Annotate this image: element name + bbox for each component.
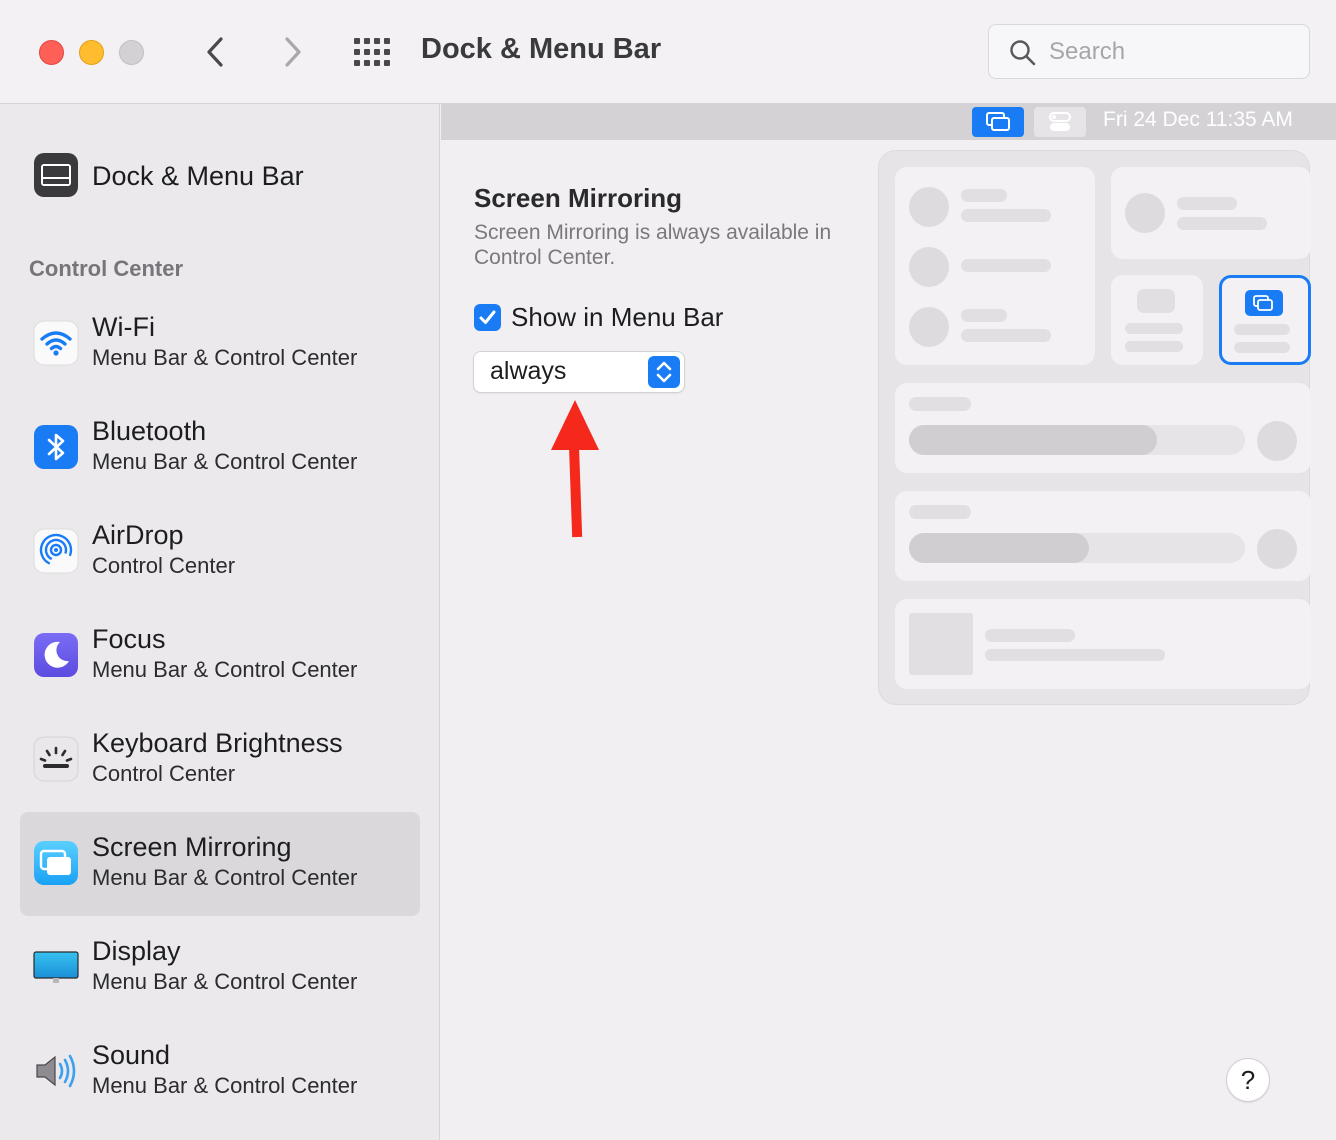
dock-menubar-icon <box>34 153 78 197</box>
show-all-button[interactable] <box>352 36 392 68</box>
sidebar-item-label: Dock & Menu Bar <box>92 161 304 191</box>
wifi-icon <box>33 320 79 366</box>
keyboard-brightness-icon <box>33 736 79 782</box>
sidebar-item-title: AirDrop <box>92 520 184 550</box>
speaker-icon <box>36 1054 76 1088</box>
sidebar-item-title: Screen Mirroring <box>92 832 292 862</box>
preview-tile-sound <box>895 491 1311 581</box>
airdrop-icon <box>33 528 79 574</box>
sidebar-item-subtitle: Menu Bar & Control Center <box>92 969 358 994</box>
preview-tile-display <box>895 383 1311 473</box>
title-bar: Dock & Menu Bar <box>0 0 1336 104</box>
sidebar-item-keyboard-brightness[interactable]: Keyboard Brightness Control Center <box>20 708 420 812</box>
section-title: Screen Mirroring <box>474 183 683 213</box>
search-input[interactable] <box>1047 33 1301 71</box>
show-in-menu-bar-checkbox[interactable] <box>474 304 501 331</box>
sidebar-item-screen-mirroring[interactable]: Screen Mirroring Menu Bar & Control Cent… <box>20 812 420 916</box>
sidebar-item-subtitle: Menu Bar & Control Center <box>92 449 358 474</box>
popup-stepper <box>648 356 680 388</box>
preview-tile-screen-mirroring <box>1219 275 1311 365</box>
sidebar-item-title: Sound <box>92 1040 171 1070</box>
menu-bar-mode-popup[interactable]: always <box>474 352 684 392</box>
sidebar-item-airdrop[interactable]: AirDrop Control Center <box>20 500 420 604</box>
chevron-right-icon <box>285 37 301 67</box>
control-center-preview <box>878 150 1311 705</box>
moon-icon <box>34 633 78 677</box>
sidebar-item-subtitle: Control Center <box>92 761 236 786</box>
sidebar-item-wifi[interactable]: Wi-Fi Menu Bar & Control Center <box>20 292 420 396</box>
sidebar-item-subtitle: Menu Bar & Control Center <box>92 345 358 370</box>
sidebar-item-display[interactable]: Display Menu Bar & Control Center <box>20 916 420 1020</box>
search-field[interactable] <box>988 24 1310 79</box>
sidebar-item-focus[interactable]: Focus Menu Bar & Control Center <box>20 604 420 708</box>
menubar-screen-mirroring-icon <box>972 107 1024 137</box>
window-title: Dock & Menu Bar <box>421 33 662 65</box>
back-button[interactable] <box>196 32 236 72</box>
preview-tile-keyboard <box>1111 275 1203 365</box>
sidebar-item-subtitle: Menu Bar & Control Center <box>92 1073 358 1098</box>
forward-button[interactable] <box>272 32 312 72</box>
show-in-menu-bar-label: Show in Menu Bar <box>511 302 724 332</box>
chevron-up-down-icon <box>656 361 672 383</box>
search-icon <box>1010 40 1036 66</box>
sidebar-item-subtitle: Control Center <box>92 553 236 578</box>
screen-mirroring-icon <box>1245 290 1283 316</box>
preview-tile-connectivity <box>895 167 1095 365</box>
annotation-arrow <box>551 400 599 538</box>
sidebar-item-bluetooth[interactable]: Bluetooth Menu Bar & Control Center <box>20 396 420 500</box>
sidebar-item-title: Keyboard Brightness <box>92 728 343 758</box>
sidebar-item-title: Display <box>92 936 181 966</box>
zoom-button[interactable] <box>119 40 144 65</box>
help-button[interactable]: ? <box>1227 1059 1269 1101</box>
popup-selected-value: always <box>490 357 567 385</box>
grid-icon <box>354 38 390 66</box>
main-pane: Fri 24 Dec 11:35 AM Screen Mirroring Scr… <box>441 104 1336 1140</box>
display-icon <box>33 951 79 983</box>
checkmark-icon <box>479 310 496 324</box>
sidebar-item-title: Bluetooth <box>92 416 207 446</box>
menubar-control-center-icon <box>1034 107 1086 137</box>
preview-tile-focus <box>1111 167 1311 259</box>
sidebar-item-subtitle: Menu Bar & Control Center <box>92 657 358 682</box>
preview-tile-now-playing <box>895 599 1311 689</box>
section-label-control-center: Control Center <box>29 256 183 281</box>
section-description: Screen Mirroring is always available in … <box>474 221 832 269</box>
menubar-clock: Fri 24 Dec 11:35 AM <box>1103 108 1293 131</box>
close-button[interactable] <box>39 40 64 65</box>
sidebar-item-title: Focus <box>92 624 166 654</box>
screen-mirroring-icon <box>34 841 78 885</box>
sidebar-item-title: Wi-Fi <box>92 312 155 342</box>
menu-bar-preview: Fri 24 Dec 11:35 AM <box>441 104 1336 140</box>
minimize-button[interactable] <box>79 40 104 65</box>
sidebar-item-subtitle: Menu Bar & Control Center <box>92 865 358 890</box>
chevron-left-icon <box>207 37 223 67</box>
sidebar-item-dock-menu-bar[interactable]: Dock & Menu Bar <box>0 148 440 206</box>
bluetooth-icon <box>34 425 78 469</box>
sidebar: Dock & Menu Bar Control Center Wi-Fi Men… <box>0 104 440 1140</box>
sidebar-item-sound[interactable]: Sound Menu Bar & Control Center <box>20 1020 420 1124</box>
